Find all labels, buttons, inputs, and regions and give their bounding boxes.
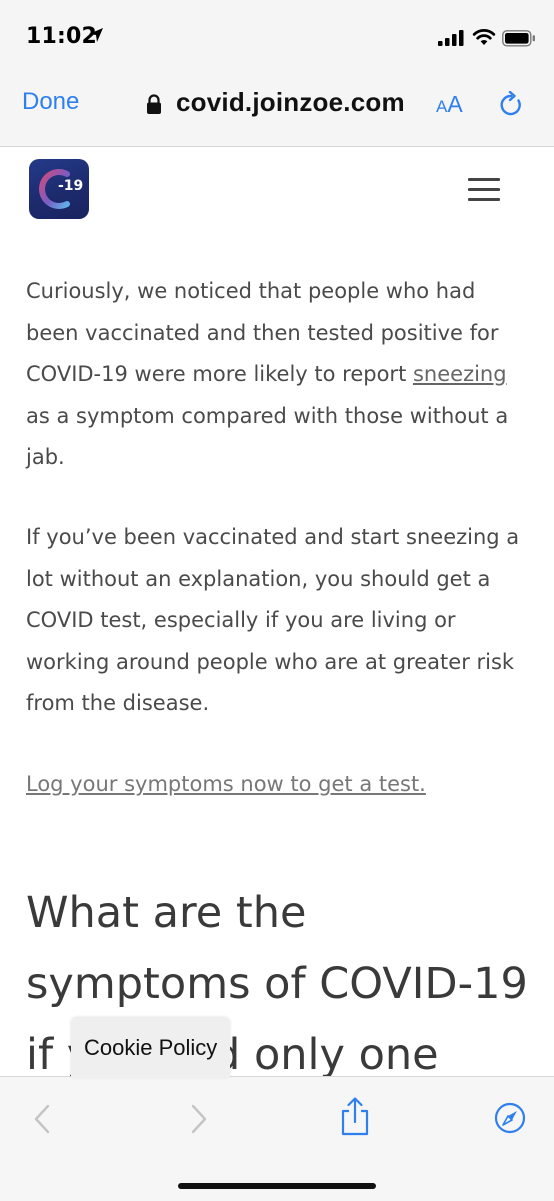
article-paragraph-2: If you’ve been vaccinated and start snee… [26, 525, 520, 715]
status-time: 11:02 [26, 24, 98, 49]
home-indicator [178, 1183, 376, 1189]
article-paragraph-1: Curiously, we noticed that people who ha… [26, 271, 531, 479]
browser-url-bar: Done covid.joinzoe.com AA [0, 66, 554, 147]
location-arrow-icon [89, 28, 103, 42]
status-bar: 11:02 [0, 0, 554, 66]
wifi-icon [472, 29, 496, 45]
done-button[interactable]: Done [22, 88, 79, 116]
covid-app-logo[interactable]: -19 [29, 159, 89, 219]
share-icon[interactable] [339, 1096, 371, 1136]
hamburger-menu-icon[interactable] [468, 178, 500, 202]
hamburger-line [468, 178, 500, 181]
lock-icon [147, 94, 161, 114]
battery-icon [502, 30, 535, 47]
aa-large-letter: A [447, 91, 463, 117]
signal-icon [438, 30, 464, 46]
aa-small-letter: A [436, 97, 448, 116]
text-size-button[interactable]: AA [436, 91, 463, 118]
compass-icon[interactable] [494, 1102, 526, 1134]
p1-text-after: as a symptom compared with those without… [26, 403, 509, 470]
log-symptoms-link[interactable]: Log your symptoms now to get a test. [26, 764, 426, 806]
back-chevron-icon[interactable] [33, 1104, 51, 1134]
address-url[interactable]: covid.joinzoe.com [176, 87, 405, 118]
reload-icon[interactable] [498, 91, 524, 119]
forward-chevron-icon[interactable] [190, 1104, 208, 1134]
cookie-policy-button[interactable]: Cookie Policy [71, 1018, 231, 1078]
hamburger-line [468, 198, 500, 201]
browser-toolbar [0, 1076, 554, 1201]
sneezing-link[interactable]: sneezing [413, 362, 507, 386]
logo-text: -19 [58, 178, 84, 194]
hamburger-line [468, 188, 500, 191]
